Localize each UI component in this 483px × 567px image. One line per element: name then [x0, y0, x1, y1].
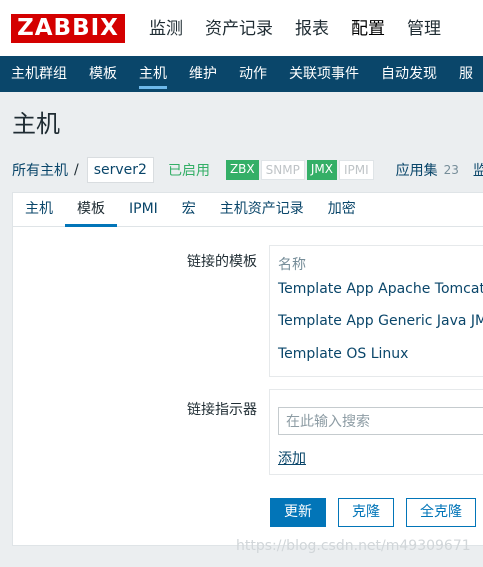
update-button[interactable]: 更新 — [270, 498, 326, 527]
badge-zbx: ZBX — [225, 160, 259, 180]
menu-configuration[interactable]: 配置 — [340, 0, 396, 56]
watermark: https://blog.csdn.net/m49309671 — [236, 538, 471, 554]
badge-ipmi: IPMI — [338, 160, 374, 180]
applications-count: 23 — [443, 163, 459, 177]
tab-host[interactable]: 主机 — [13, 193, 65, 226]
linked-templates-table: 名称 Template App Apache Tomcat JM Templat… — [269, 245, 483, 377]
badge-jmx: JMX — [306, 160, 337, 180]
host-status[interactable]: 已启用 — [168, 160, 210, 180]
zabbix-logo[interactable]: ZABBIX — [11, 14, 125, 43]
host-form-panel: 主机 模板 IPMI 宏 主机资产记录 加密 链接的模板 名称 Template… — [12, 192, 483, 546]
menu-inventory[interactable]: 资产记录 — [194, 0, 284, 56]
breadcrumb: 所有主机 / server2 已启用 ZBX SNMP JMX IPMI 应用集… — [12, 155, 483, 185]
menu-administration[interactable]: 管理 — [396, 0, 452, 56]
submenu-discovery[interactable]: 自动发现 — [370, 56, 448, 92]
breadcrumb-all-hosts[interactable]: 所有主机 — [12, 160, 68, 180]
submenu-correlation[interactable]: 关联项事件 — [278, 56, 370, 92]
tab-macros[interactable]: 宏 — [170, 193, 208, 226]
linked-templates-label: 链接的模板 — [187, 254, 257, 270]
menu-reports[interactable]: 报表 — [284, 0, 340, 56]
template-link[interactable]: Template OS Linux — [278, 346, 408, 362]
breadcrumb-applications[interactable]: 应用集 — [396, 160, 438, 180]
template-link[interactable]: Template App Generic Java JMX — [278, 313, 483, 329]
form-tabs: 主机 模板 IPMI 宏 主机资产记录 加密 — [13, 193, 483, 227]
full-clone-button[interactable]: 全克隆 — [406, 498, 476, 527]
link-new-templates-label: 链接指示器 — [187, 402, 257, 418]
tab-encryption[interactable]: 加密 — [316, 193, 368, 226]
sub-menu: 主机群组 模板 主机 维护 动作 关联项事件 自动发现 服 — [0, 56, 483, 92]
badge-snmp: SNMP — [260, 160, 305, 180]
breadcrumb-current-host[interactable]: server2 — [86, 157, 154, 183]
availability-badges: ZBX SNMP JMX IPMI — [224, 160, 374, 180]
submenu-maintenance[interactable]: 维护 — [178, 56, 228, 92]
menu-monitoring[interactable]: 监测 — [138, 0, 194, 56]
top-menu: 监测 资产记录 报表 配置 管理 — [138, 0, 452, 56]
add-template-link[interactable]: 添加 — [278, 448, 306, 468]
page-title: 主机 — [12, 110, 60, 138]
tab-ipmi[interactable]: IPMI — [117, 193, 170, 226]
submenu-hosts[interactable]: 主机 — [128, 56, 178, 92]
clone-button[interactable]: 克隆 — [338, 498, 394, 527]
breadcrumb-monitoring[interactable]: 监 — [473, 160, 483, 180]
template-link[interactable]: Template App Apache Tomcat JM — [278, 281, 483, 297]
template-search-input[interactable]: 在此输入搜索 — [278, 407, 483, 435]
submenu-services[interactable]: 服 — [448, 56, 483, 92]
breadcrumb-separator: / — [74, 162, 79, 178]
submenu-host-groups[interactable]: 主机群组 — [0, 56, 78, 92]
tab-templates[interactable]: 模板 — [65, 193, 117, 227]
tab-inventory[interactable]: 主机资产记录 — [208, 193, 316, 226]
column-header-name: 名称 — [278, 257, 306, 273]
submenu-actions[interactable]: 动作 — [228, 56, 278, 92]
link-new-templates-box: 在此输入搜索 添加 — [269, 389, 483, 475]
submenu-templates[interactable]: 模板 — [78, 56, 128, 92]
top-header: ZABBIX 监测 资产记录 报表 配置 管理 — [0, 0, 483, 57]
